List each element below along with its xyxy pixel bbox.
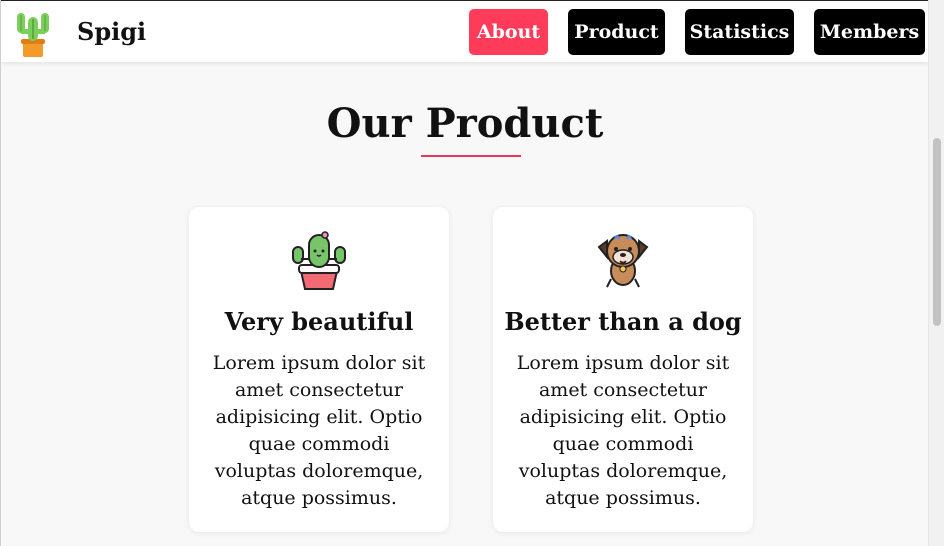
page-viewport: Spigi About Product Statistics Members O… <box>0 0 928 546</box>
nav-statistics-button[interactable]: Statistics <box>685 9 794 55</box>
card-title: Very beautiful <box>224 307 414 336</box>
card-text: Lorem ipsum dolor sit amet consectetur a… <box>516 352 730 509</box>
card-text: Lorem ipsum dolor sit amet consectetur a… <box>212 352 426 509</box>
dog-icon <box>597 234 649 288</box>
card-title: Better than a dog <box>504 307 742 336</box>
vertical-scrollbar[interactable] <box>928 0 944 546</box>
cactus-logo-icon[interactable] <box>13 7 53 59</box>
cactus-icon <box>292 231 346 290</box>
brand-name[interactable]: Spigi <box>77 17 146 46</box>
product-card: Better than a dog Lorem ipsum dolor sit … <box>493 207 753 532</box>
title-underline <box>421 155 521 157</box>
site-header: Spigi About Product Statistics Members <box>1 0 928 62</box>
section-title: Our Product <box>326 100 604 147</box>
nav-members-button[interactable]: Members <box>814 9 925 55</box>
nav-about-button[interactable]: About <box>469 9 548 55</box>
nav-product-button[interactable]: Product <box>568 9 665 55</box>
scrollbar-thumb[interactable] <box>933 138 941 326</box>
product-card: Very beautiful Lorem ipsum dolor sit ame… <box>189 207 449 532</box>
